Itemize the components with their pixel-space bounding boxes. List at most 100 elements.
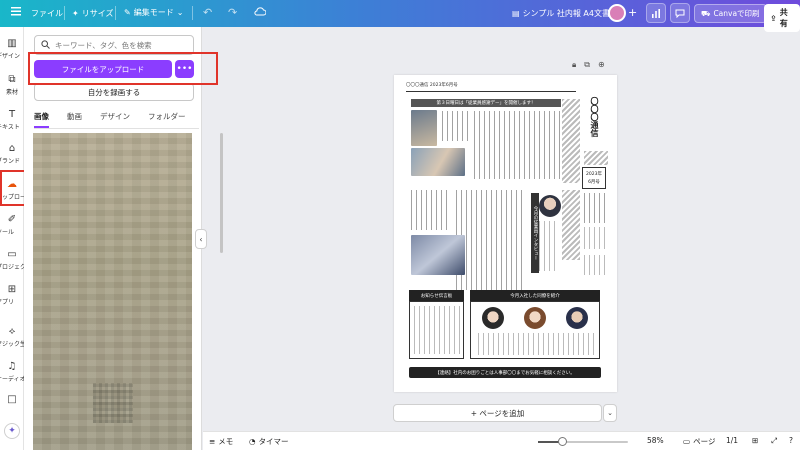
page-icon: ▭ — [683, 437, 691, 446]
magic-icon: ⟡ — [8, 325, 16, 337]
duplicate-icon[interactable]: ⧉ — [584, 60, 590, 70]
page-tools: 🔒︎ ⧉ ⊕ — [572, 60, 605, 70]
brand-icon: ⌂ — [8, 142, 16, 154]
article-photo — [411, 235, 465, 275]
layout-icon: ▥ — [7, 37, 17, 49]
chevron-left-icon: ‹ — [199, 234, 203, 244]
qr-code-area — [93, 383, 133, 423]
document-icon: ▤ — [512, 9, 520, 18]
rail-label: テキスト — [0, 124, 20, 131]
article-text — [474, 111, 564, 179]
add-page-button[interactable]: + ページを追加 — [393, 404, 602, 422]
menu-icon[interactable] — [11, 7, 21, 16]
newcomers-heading: 今月入社した同僚を紹介 — [470, 290, 600, 301]
add-page-icon[interactable]: ⊕ — [598, 60, 605, 70]
divider — [64, 6, 65, 20]
edit-mode-dropdown[interactable]: ✎ 編集モード ⌄ — [124, 7, 183, 18]
timer-icon: ◔ — [249, 437, 256, 446]
tab-videos[interactable]: 動画 — [67, 111, 82, 128]
interview-heading: 今月の従業員インタビュー — [531, 193, 539, 273]
collapse-panel-button[interactable]: ‹ — [195, 229, 207, 249]
zoom-level[interactable]: 58% — [647, 436, 664, 445]
article-photo — [411, 148, 465, 176]
redo-icon[interactable]: ↷ — [228, 6, 237, 19]
zoom-slider[interactable] — [538, 437, 628, 446]
newcomer-photo — [482, 307, 504, 329]
rail-label: アプリ — [0, 299, 15, 306]
doc-title-text: 〇〇〇通信 — [590, 97, 599, 137]
newcomer-photo — [524, 307, 546, 329]
crown-icon: ✦ — [72, 9, 79, 18]
rail-item-text[interactable]: T テキスト — [0, 108, 24, 132]
timer-label: タイマー — [258, 437, 289, 446]
box-icon: □ — [7, 393, 17, 405]
notice-text — [414, 306, 460, 354]
panel-scrollbar[interactable] — [220, 133, 223, 253]
doc-banner: 第３日曜日は「従業員感謝デー」を開催します！ — [411, 99, 561, 107]
memo-button[interactable]: ≡ メモ — [209, 436, 233, 447]
share-button[interactable]: ⇪ 共有 — [764, 4, 800, 32]
rail-item-magic[interactable]: ⟡ マジック生成 — [0, 325, 24, 349]
newcomers-text — [478, 333, 594, 355]
stripe-decoration — [562, 190, 580, 260]
rail-item-elements[interactable]: ⧉ 素材 — [0, 73, 24, 97]
footer-notice: 【連絡】社内のお困りごとは人事部〇〇までお気軽に相談ください。 — [409, 367, 601, 378]
text-icon: T — [8, 108, 16, 120]
page-view-button[interactable]: ▭ ページ — [683, 436, 715, 447]
music-icon: ♫ — [7, 360, 17, 372]
rail-label: プロジェクト — [0, 264, 24, 271]
add-collaborator-icon[interactable]: + — [628, 6, 637, 19]
media-tabs: 画像 動画 デザイン フォルダー — [34, 111, 199, 129]
timer-button[interactable]: ◔ タイマー — [249, 436, 289, 447]
uploads-panel: ファイルをアップロード ••• 自分を録画する 画像 動画 デザイン フォルダー — [24, 27, 223, 450]
resize-button[interactable]: ✦ リサイズ — [72, 8, 113, 19]
tab-folders[interactable]: フォルダー — [148, 111, 186, 128]
undo-icon[interactable]: ↶ — [203, 6, 212, 19]
rail-item-audio[interactable]: ♫ オーディオ — [0, 360, 24, 384]
left-rail: ▥ デザイン ⧉ 素材 T テキスト ⌂ ブランド ☁ アップロード ✐ ツール… — [0, 27, 24, 450]
rail-item-brand[interactable]: ⌂ ブランド — [0, 142, 24, 166]
folder-icon: ▭ — [7, 248, 17, 260]
rail-item-tools[interactable]: ✐ ツール — [0, 213, 24, 237]
doc-header: 〇〇〇通信 2023年6月号 — [406, 83, 458, 88]
rail-item-apps[interactable]: ⊞ アプリ — [0, 283, 24, 307]
file-menu[interactable]: ファイル — [31, 8, 63, 19]
lock-icon[interactable]: 🔒︎ — [572, 60, 576, 70]
cloud-save-icon[interactable] — [254, 6, 266, 16]
sparkle-icon[interactable]: ✦ — [4, 423, 20, 439]
tab-images[interactable]: 画像 — [34, 111, 49, 128]
newcomer-photo — [566, 307, 588, 329]
article-photo — [411, 110, 437, 146]
zoom-slider-knob[interactable] — [558, 437, 567, 446]
fullscreen-icon[interactable]: ⤢ — [771, 436, 777, 446]
help-icon[interactable]: ? — [789, 436, 793, 445]
print-button[interactable]: ⛟ Canvaで印刷 — [694, 4, 767, 23]
record-yourself-button[interactable]: 自分を録画する — [34, 83, 194, 101]
edit-mode-label: 編集モード — [133, 8, 174, 17]
article-text — [456, 190, 526, 290]
search-input[interactable] — [55, 40, 185, 50]
share-label: 共有 — [779, 8, 788, 28]
interviewee-photo — [539, 195, 561, 217]
notice-heading: お知らせ伝言板 — [409, 290, 464, 301]
grid-view-icon[interactable]: ⊞ — [752, 436, 758, 445]
document-page[interactable]: 〇〇〇通信 2023年6月号 第３日曜日は「従業員感謝デー」を開催します！ 〇〇… — [394, 75, 617, 392]
tab-designs[interactable]: デザイン — [100, 111, 130, 128]
rail-item-design[interactable]: ▥ デザイン — [0, 37, 24, 61]
memo-label: メモ — [218, 437, 234, 446]
analytics-icon[interactable] — [646, 3, 666, 23]
document-title[interactable]: ▤ シンプル 社内報 A4文書 — [512, 8, 610, 19]
avatar[interactable] — [608, 4, 626, 22]
divider — [406, 91, 576, 92]
highlight-upload-button — [28, 52, 218, 85]
pencil-icon: ✎ — [124, 8, 131, 17]
comment-icon[interactable] — [670, 3, 690, 23]
rail-label: 素材 — [5, 89, 18, 96]
add-page-chevron-icon[interactable]: ⌄ — [603, 404, 617, 422]
rail-item-extra[interactable]: □ — [0, 393, 24, 405]
rail-item-projects[interactable]: ▭ プロジェクト — [0, 248, 24, 272]
top-bar: ファイル ✦ リサイズ ✎ 編集モード ⌄ ↶ ↷ ▤ シンプル 社内報 A4文… — [0, 0, 800, 32]
uploaded-image-thumbnail[interactable] — [33, 133, 192, 450]
date-month: 6月号 — [588, 180, 600, 185]
notes-icon: ≡ — [209, 437, 216, 446]
